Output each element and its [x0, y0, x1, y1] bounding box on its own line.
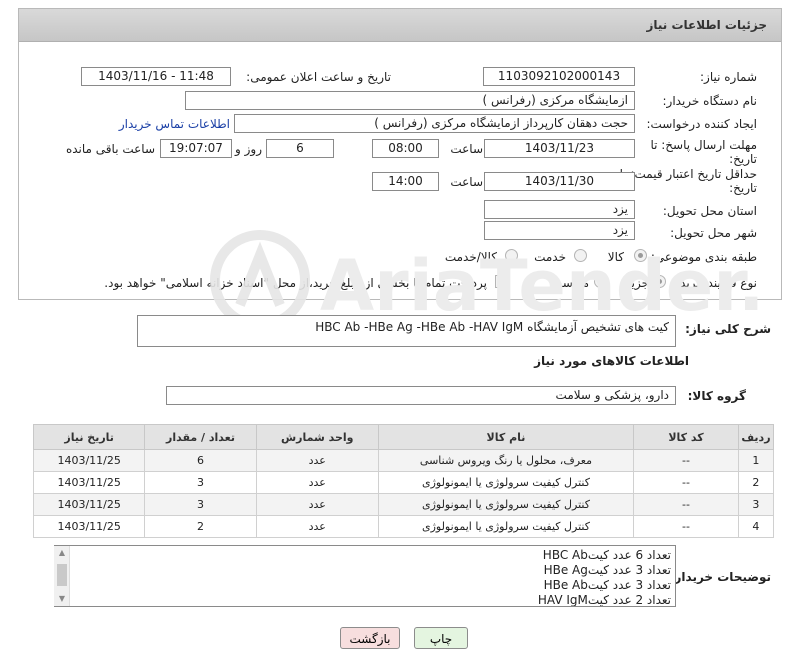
panel-title: جزئیات اطلاعات نیاز	[646, 18, 767, 32]
category-service-label: خدمت	[534, 250, 566, 264]
deadline-label-date: تاریخ:	[729, 152, 757, 166]
category-goods-service-label: کالا/خدمت	[444, 250, 497, 264]
cell-unit: عدد	[255, 471, 379, 494]
announce-label: تاریخ و ساعت اعلان عمومی:	[246, 70, 391, 84]
deadline-time-field[interactable]: 08:00	[372, 139, 439, 158]
need-number-field[interactable]: 1103092102000143	[483, 67, 635, 86]
buyer-note-line: تعداد 2 عدد کیتHAV IgM	[537, 593, 671, 607]
cell-code: --	[633, 515, 739, 538]
goods-group-label: گروه کالا:	[687, 389, 746, 403]
city-label: شهر محل تحویل:	[670, 226, 757, 240]
cell-qty: 3	[144, 493, 257, 516]
cell-date: 1403/11/25	[32, 493, 146, 516]
table-row[interactable]: 2 -- کنترل کیفیت سرولوژی یا ایمونولوژی ع…	[32, 471, 775, 494]
cell-unit: عدد	[255, 449, 379, 472]
need-number-label: شماره نیاز:	[700, 70, 757, 84]
purchase-partial-label: جزیی	[621, 276, 649, 290]
goods-group-field[interactable]: دارو، پزشکی و سلامت	[166, 386, 676, 405]
goods-section-title: اطلاعات کالاهای مورد نیاز	[534, 354, 689, 368]
buyer-note-line: تعداد 3 عدد کیتHBe Ab	[543, 578, 671, 592]
table-header-row: ردیف کد کالا نام کالا واحد شمارش تعداد /…	[32, 424, 775, 450]
purchase-radio-partial[interactable]	[653, 275, 666, 288]
cell-index: 3	[737, 493, 775, 516]
deadline-date-field[interactable]: 1403/11/23	[484, 139, 635, 158]
cell-name: کنترل کیفیت سرولوژی یا ایمونولوژی	[377, 515, 635, 538]
purchase-medium-label: متوسط	[551, 276, 589, 290]
buyer-contact-link[interactable]: اطلاعات تماس خریدار	[119, 117, 230, 131]
description-field[interactable]: کیت های تشخیص آزمایشگاه HBC Ab -HBe Ag -…	[137, 315, 676, 347]
panel-header: جزئیات اطلاعات نیاز	[19, 9, 781, 42]
buyer-org-field[interactable]: ازمایشگاه مرکزی (رفرانس )	[185, 91, 635, 110]
cell-qty: 2	[144, 515, 257, 538]
validity-label: حداقل تاریخ اعتبار قیمت: تا	[619, 167, 757, 181]
buyer-notes-label: توضیحات خریدار:	[669, 570, 771, 584]
days-field[interactable]: 6	[266, 139, 334, 158]
back-button[interactable]: بازگشت	[340, 627, 400, 649]
cell-index: 1	[737, 449, 775, 472]
creator-field[interactable]: حجت دهقان کارپرداز ازمایشگاه مرکزی (رفرا…	[234, 114, 635, 133]
cell-date: 1403/11/25	[32, 449, 146, 472]
print-button[interactable]: چاپ	[414, 627, 468, 649]
table-row[interactable]: 1 -- معرف، محلول یا رنگ ویروس شناسی عدد …	[32, 449, 775, 472]
scroll-down-icon[interactable]: ▼	[54, 592, 70, 606]
buyer-note-line: تعداد 6 عدد کیتHBC Ab	[542, 548, 671, 562]
treasury-note: پرداخت تمام یا بخشی از مبلغ خرید،از محل …	[104, 276, 487, 290]
treasury-checkbox[interactable]	[495, 275, 508, 288]
scroll-up-icon[interactable]: ▲	[54, 546, 70, 560]
notes-scrollbar[interactable]: ▲ ▼	[54, 546, 70, 606]
cell-index: 2	[737, 471, 775, 494]
creator-label: ایجاد کننده درخواست:	[646, 117, 757, 131]
description-label: شرح کلی نیاز:	[685, 322, 771, 336]
cell-code: --	[633, 449, 739, 472]
purchase-radio-medium[interactable]	[594, 275, 607, 288]
table-row[interactable]: 4 -- کنترل کیفیت سرولوژی یا ایمونولوژی ع…	[32, 515, 775, 538]
validity-time-label: ساعت	[450, 175, 483, 189]
cell-qty: 3	[144, 471, 257, 494]
col-index: ردیف	[737, 424, 775, 450]
category-label: طبقه بندی موضوعی:	[650, 250, 757, 264]
cell-date: 1403/11/25	[32, 471, 146, 494]
goods-table: ردیف کد کالا نام کالا واحد شمارش تعداد /…	[32, 424, 775, 538]
deadline-label: مهلت ارسال پاسخ: تا	[650, 138, 757, 152]
col-unit: واحد شمارش	[255, 424, 379, 450]
col-code: کد کالا	[633, 424, 739, 450]
province-field[interactable]: یزد	[484, 200, 635, 219]
cell-name: کنترل کیفیت سرولوژی یا ایمونولوژی	[377, 493, 635, 516]
category-radio-goods[interactable]	[634, 249, 647, 262]
remaining-label: ساعت باقی مانده	[65, 142, 155, 156]
validity-time-field[interactable]: 14:00	[372, 172, 439, 191]
category-goods-label: کالا	[607, 250, 624, 264]
announce-field[interactable]: 1403/11/16 - 11:48	[81, 67, 231, 86]
deadline-time-label: ساعت	[450, 142, 483, 156]
remaining-time-field[interactable]: 19:07:07	[160, 139, 232, 158]
cell-index: 4	[737, 515, 775, 538]
cell-code: --	[633, 471, 739, 494]
cell-name: معرف، محلول یا رنگ ویروس شناسی	[377, 449, 635, 472]
province-label: استان محل تحویل:	[662, 204, 757, 218]
buyer-note-line: تعداد 3 عدد کیتHBe Ag	[543, 563, 671, 577]
cell-unit: عدد	[255, 515, 379, 538]
buyer-notes-textarea[interactable]: تعداد 6 عدد کیتHBC Ab تعداد 3 عدد کیتHBe…	[54, 545, 676, 607]
col-date: تاریخ نیاز	[32, 424, 146, 450]
days-label: روز و	[235, 142, 262, 156]
table-row[interactable]: 3 -- کنترل کیفیت سرولوژی یا ایمونولوژی ع…	[32, 493, 775, 516]
category-radio-service[interactable]	[574, 249, 587, 262]
col-name: نام کالا	[377, 424, 635, 450]
cell-unit: عدد	[255, 493, 379, 516]
cell-date: 1403/11/25	[32, 515, 146, 538]
cell-code: --	[633, 493, 739, 516]
validity-label-date: تاریخ:	[729, 181, 757, 195]
col-qty: تعداد / مقدار	[144, 424, 257, 450]
purchase-type-label: نوع فرآیند خرید :	[672, 276, 757, 290]
cell-qty: 6	[144, 449, 257, 472]
validity-date-field[interactable]: 1403/11/30	[484, 172, 635, 191]
buyer-org-label: نام دستگاه خریدار:	[662, 94, 758, 108]
city-field[interactable]: یزد	[484, 221, 635, 240]
category-radio-goods-service[interactable]	[505, 249, 518, 262]
cell-name: کنترل کیفیت سرولوژی یا ایمونولوژی	[377, 471, 635, 494]
scroll-thumb[interactable]	[57, 564, 67, 586]
